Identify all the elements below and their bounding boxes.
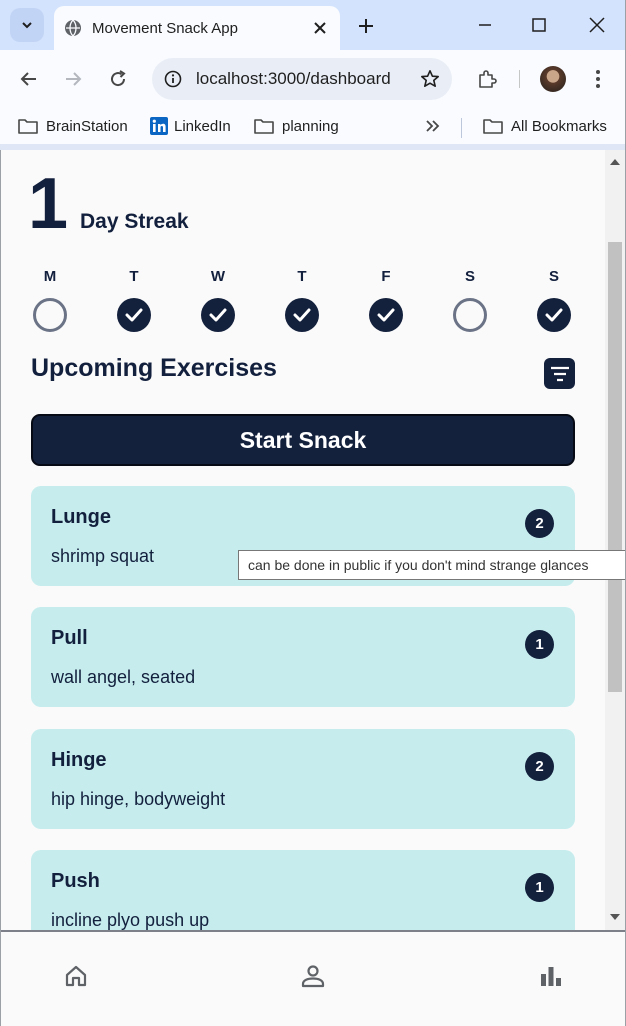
more-vert-icon xyxy=(596,70,600,88)
day-letter-mon: M xyxy=(43,268,57,285)
close-icon xyxy=(589,17,605,33)
star-icon[interactable] xyxy=(420,69,440,89)
exercise-variation: hip hinge, bodyweight xyxy=(51,789,226,809)
exercise-card[interactable]: Pull wall angel, seated 1 xyxy=(31,607,575,707)
minimize-button[interactable] xyxy=(470,10,500,40)
day-letter-sun: S xyxy=(548,268,559,285)
day-status-mon xyxy=(33,298,67,332)
day-letter-sat: S xyxy=(464,268,475,285)
extensions-button[interactable] xyxy=(472,64,502,94)
exercise-variation: shrimp squat xyxy=(51,546,155,566)
bookmark-planning[interactable]: planning xyxy=(254,114,339,138)
day-letter-thu: T xyxy=(297,268,307,285)
home-icon xyxy=(65,965,87,987)
check-icon xyxy=(293,308,311,322)
day-letter-fri: F xyxy=(381,268,391,285)
folder-icon xyxy=(18,119,38,134)
day-letter-tue: T xyxy=(129,268,139,285)
all-bookmarks-button[interactable]: All Bookmarks xyxy=(483,114,607,138)
browser-menu-button[interactable] xyxy=(583,64,613,94)
day-status-sun xyxy=(537,298,571,332)
nav-stats-button[interactable] xyxy=(537,962,565,990)
start-snack-button[interactable]: Start Snack xyxy=(31,414,575,466)
reload-button[interactable] xyxy=(103,64,133,94)
maximize-button[interactable] xyxy=(524,10,554,40)
exercise-count-badge: 2 xyxy=(525,752,554,781)
day-status-sat xyxy=(453,298,487,332)
reload-icon xyxy=(111,70,126,87)
folder-icon xyxy=(483,119,503,134)
toolbar-divider xyxy=(519,70,520,88)
person-icon xyxy=(301,965,325,988)
page-viewport: 1 Day Streak M T W T F S S Upcoming Exer… xyxy=(1,150,605,930)
minimize-icon xyxy=(479,24,491,26)
streak-label: Day Streak xyxy=(80,210,189,233)
plus-icon xyxy=(359,19,373,33)
arrow-left-icon xyxy=(20,72,36,86)
folder-icon xyxy=(254,119,274,134)
exercise-card[interactable]: Hinge hip hinge, bodyweight 2 xyxy=(31,729,575,829)
scroll-thumb[interactable] xyxy=(608,242,622,692)
url-text[interactable]: localhost:3000/dashboard xyxy=(196,69,420,89)
exercise-variation: incline plyo push up xyxy=(51,910,210,930)
maximize-icon xyxy=(532,18,546,32)
exercise-count-badge: 1 xyxy=(525,873,554,902)
exercise-count-badge: 2 xyxy=(525,509,554,538)
new-tab-button[interactable] xyxy=(352,12,380,40)
bookmarks-bar: BrainStation LinkedIn planning All Bookm… xyxy=(0,108,626,144)
tab-search-button[interactable] xyxy=(10,8,44,42)
day-letter-wed: W xyxy=(210,268,226,285)
check-icon xyxy=(545,308,563,322)
exercise-count-badge: 1 xyxy=(525,630,554,659)
close-icon xyxy=(314,22,326,34)
puzzle-icon xyxy=(479,70,497,88)
page-scrollbar[interactable] xyxy=(605,150,625,930)
bottom-navigation xyxy=(1,930,625,1026)
exercise-title: Push xyxy=(51,870,100,892)
bookmarks-overflow-button[interactable] xyxy=(425,114,441,138)
filter-button[interactable] xyxy=(544,358,575,389)
bookmarks-divider xyxy=(461,118,462,138)
exercise-tooltip: can be done in public if you don't mind … xyxy=(238,550,626,580)
arrow-right-icon xyxy=(66,72,82,86)
forward-button[interactable] xyxy=(58,64,88,94)
nav-profile-button[interactable] xyxy=(299,962,327,990)
profile-avatar[interactable] xyxy=(540,66,566,92)
bookmark-linkedin[interactable]: LinkedIn xyxy=(150,114,231,138)
tab-title: Movement Snack App xyxy=(92,19,238,37)
tab-close-button[interactable] xyxy=(310,18,330,38)
address-bar[interactable]: localhost:3000/dashboard xyxy=(152,58,452,100)
exercise-title: Hinge xyxy=(51,749,107,771)
back-button[interactable] xyxy=(14,64,44,94)
scroll-down-arrow-icon[interactable] xyxy=(610,914,620,920)
day-status-wed xyxy=(201,298,235,332)
tab-strip: Movement Snack App xyxy=(0,0,626,50)
check-icon xyxy=(377,308,395,322)
browser-tab[interactable]: Movement Snack App xyxy=(54,6,340,50)
exercise-variation: wall angel, seated xyxy=(51,667,196,687)
exercise-title: Lunge xyxy=(51,506,111,528)
exercise-title: Pull xyxy=(51,627,88,649)
check-icon xyxy=(125,308,143,322)
bookmark-brainstation[interactable]: BrainStation xyxy=(18,114,128,138)
bar-chart-icon xyxy=(541,967,561,986)
upcoming-exercises-title: Upcoming Exercises xyxy=(31,354,277,382)
filter-icon xyxy=(550,366,569,381)
nav-home-button[interactable] xyxy=(62,962,90,990)
site-info-icon[interactable] xyxy=(164,70,182,88)
day-status-fri xyxy=(369,298,403,332)
check-icon xyxy=(209,308,227,322)
day-status-tue xyxy=(117,298,151,332)
browser-toolbar: localhost:3000/dashboard xyxy=(0,50,626,108)
globe-icon xyxy=(65,19,81,37)
close-window-button[interactable] xyxy=(582,10,612,40)
chevron-down-icon xyxy=(22,22,32,29)
scroll-up-arrow-icon[interactable] xyxy=(610,159,620,165)
streak-count: 1 xyxy=(28,164,69,244)
day-status-thu xyxy=(285,298,319,332)
double-chevron-right-icon xyxy=(426,120,440,132)
exercise-card[interactable]: Push incline plyo push up 1 xyxy=(31,850,575,930)
linkedin-icon xyxy=(150,117,168,135)
